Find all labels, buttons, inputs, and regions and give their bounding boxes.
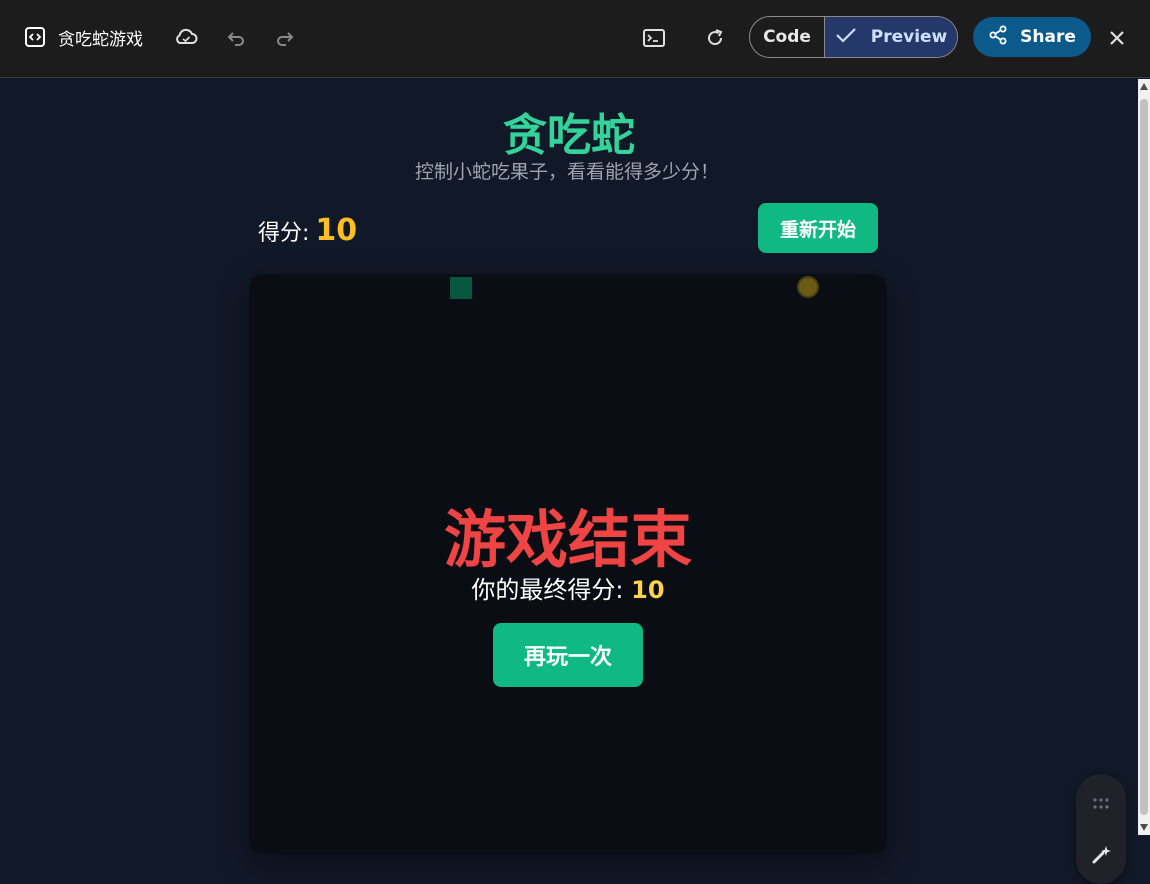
preview-tab[interactable]: Preview — [825, 17, 957, 57]
scroll-down-arrow[interactable] — [1140, 824, 1148, 831]
refresh-icon[interactable] — [702, 25, 728, 51]
view-toggle: Code Preview — [749, 16, 958, 58]
snake-segment — [450, 277, 472, 299]
scrollbar-thumb[interactable] — [1140, 99, 1148, 815]
game-over-title: 游戏结束 — [443, 503, 692, 576]
share-icon — [988, 25, 1008, 50]
app-title: 贪吃蛇游戏 — [58, 30, 143, 50]
score-label: 得分: — [258, 221, 310, 246]
score-display: 得分: 10 — [258, 213, 357, 248]
game-subtitle: 控制小蛇吃果子，看看能得多少分！ — [414, 161, 719, 183]
scroll-up-arrow[interactable] — [1140, 83, 1148, 90]
code-tab[interactable]: Code — [750, 17, 825, 57]
scrollbar[interactable] — [1138, 79, 1150, 835]
drag-handle-icon[interactable] — [1092, 796, 1110, 810]
preview-label: Preview — [870, 27, 948, 47]
check-icon — [835, 26, 857, 49]
game-board[interactable]: 游戏结束 你的最终得分: 10 再玩一次 — [249, 274, 887, 854]
floating-toolbar — [1076, 774, 1126, 884]
undo-icon[interactable] — [224, 26, 248, 50]
play-again-button[interactable]: 再玩一次 — [493, 623, 643, 687]
final-score-label: 你的最终得分: — [471, 576, 624, 604]
cloud-icon[interactable] — [172, 24, 200, 50]
food-item — [797, 276, 819, 298]
sparkle-icon[interactable] — [1089, 843, 1113, 867]
final-score-value: 10 — [631, 576, 665, 604]
final-score: 你的最终得分: 10 — [249, 570, 887, 605]
preview-area: 贪吃蛇 控制小蛇吃果子，看看能得多少分！ 得分: 10 重新开始 游戏结束 你的… — [0, 79, 1138, 884]
close-icon[interactable] — [1104, 25, 1130, 51]
code-window-icon — [24, 26, 46, 48]
share-button[interactable]: Share — [973, 17, 1091, 57]
redo-icon[interactable] — [273, 26, 297, 50]
top-bar: 贪吃蛇游戏 Code Preview Share — [0, 0, 1150, 78]
game-title: 贪吃蛇 — [503, 110, 635, 161]
score-value: 10 — [315, 213, 358, 248]
terminal-icon[interactable] — [641, 25, 667, 51]
share-label: Share — [1020, 27, 1076, 47]
restart-button[interactable]: 重新开始 — [758, 203, 878, 253]
